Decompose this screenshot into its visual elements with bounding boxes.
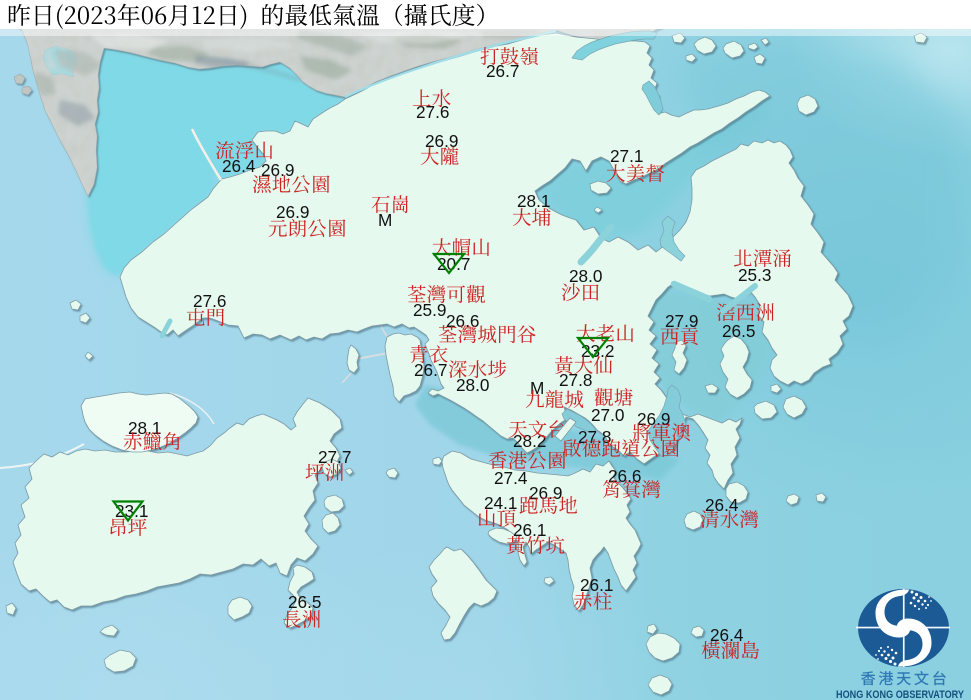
svg-text:26.1: 26.1 (580, 575, 613, 595)
svg-text:25.9: 25.9 (413, 300, 446, 320)
svg-text:27.1: 27.1 (610, 146, 643, 166)
svg-text:27.6: 27.6 (193, 291, 226, 311)
svg-text:HONG KONG OBSERVATORY: HONG KONG OBSERVATORY (836, 689, 964, 700)
svg-text:27.4: 27.4 (494, 468, 528, 488)
svg-text:27.9: 27.9 (665, 311, 698, 331)
svg-text:24.1: 24.1 (484, 493, 517, 513)
svg-text:26.5: 26.5 (722, 321, 755, 341)
svg-text:26.1: 26.1 (513, 520, 546, 540)
svg-text:26.4: 26.4 (222, 156, 256, 176)
svg-text:26.9: 26.9 (529, 483, 562, 503)
svg-text:M: M (378, 210, 392, 230)
svg-text:26.9: 26.9 (276, 202, 309, 222)
svg-text:26.7: 26.7 (414, 360, 447, 380)
svg-text:28.2: 28.2 (513, 431, 546, 451)
svg-text:26.9: 26.9 (261, 160, 294, 180)
svg-text:28.0: 28.0 (456, 375, 489, 395)
svg-text:26.5: 26.5 (288, 592, 321, 612)
svg-text:28.0: 28.0 (569, 266, 602, 286)
svg-text:28.1: 28.1 (517, 191, 550, 211)
svg-text:26.4: 26.4 (705, 495, 739, 515)
svg-text:27.0: 27.0 (591, 405, 624, 425)
svg-text:25.3: 25.3 (738, 265, 771, 285)
svg-text:27.7: 27.7 (318, 447, 351, 467)
